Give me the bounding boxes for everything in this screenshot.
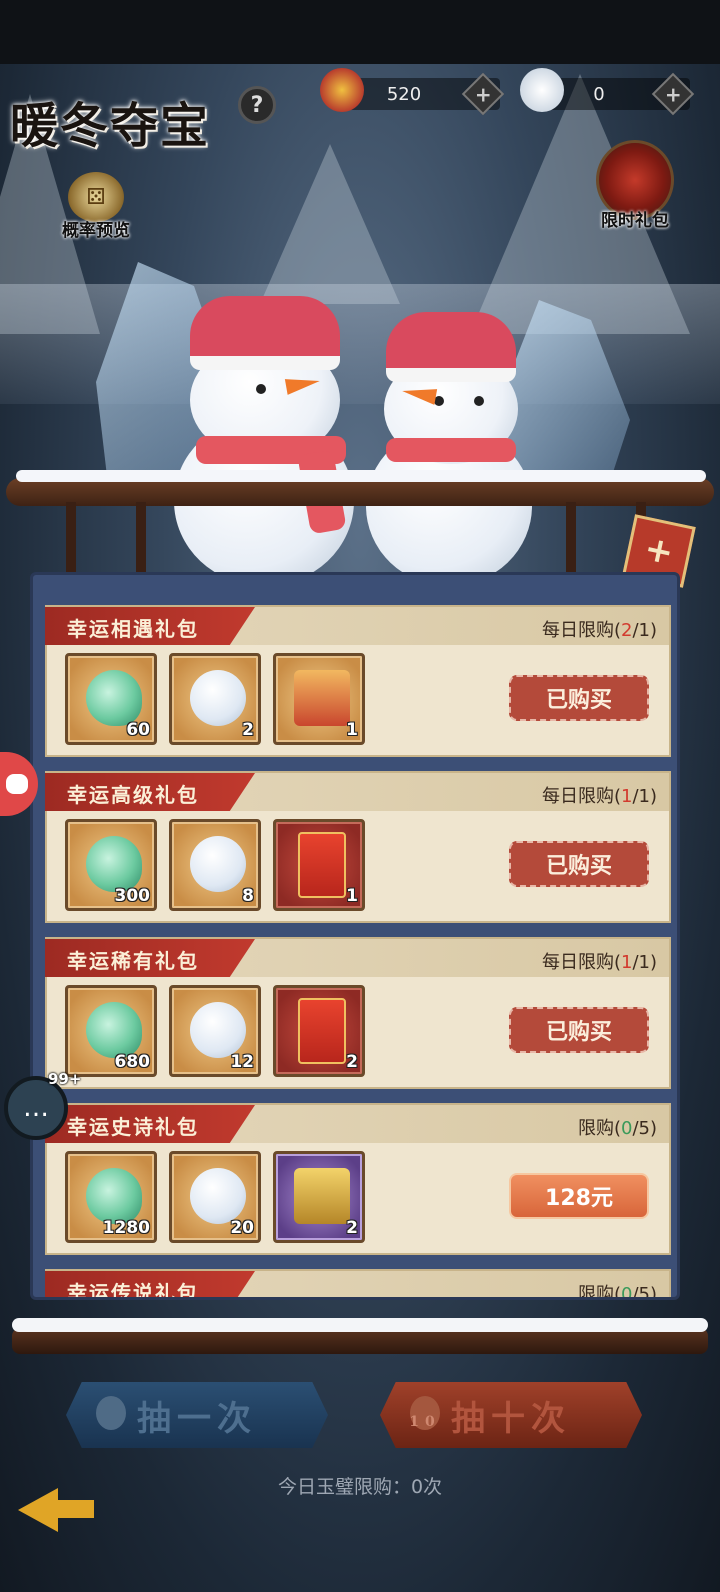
lantern-coin-icon [320, 68, 364, 112]
purchase-limit: 每日限购(2/1) [541, 620, 657, 641]
item-count: 300 [114, 886, 151, 906]
pack-name: 幸运史诗礼包 [67, 1115, 199, 1139]
item-slot[interactable]: 20 [169, 1151, 261, 1243]
item-count: 2 [346, 1218, 358, 1238]
draw-ten-button[interactable]: 10 抽十次 [380, 1382, 642, 1448]
snowball-icon [520, 68, 564, 112]
purchased-button[interactable]: 已购买 [509, 841, 649, 887]
item-count: 1280 [102, 1218, 150, 1238]
purchase-limit: 每日限购(1/1) [541, 786, 657, 807]
item-count: 2 [346, 1052, 358, 1072]
snowball-cost-icon [96, 1396, 126, 1430]
item-count: 20 [230, 1218, 254, 1238]
gift-pack: 幸运史诗礼包 限购(0/5) 1280 20 2 128元 [45, 1103, 671, 1255]
purchase-limit: 限购(0/5) [577, 1284, 657, 1300]
pack-name: 幸运相遇礼包 [67, 617, 199, 641]
item-slot[interactable]: 1280 [65, 1151, 157, 1243]
gift-pack: 幸运传说礼包 限购(0/5) [45, 1269, 671, 1300]
add-coin-button[interactable]: + [461, 72, 505, 116]
item-count: 680 [114, 1052, 151, 1072]
jade-dragon-icon [86, 836, 142, 892]
dice-icon: ⚄ [68, 172, 124, 222]
item-slot[interactable]: 1 [273, 653, 365, 745]
item-count: 60 [126, 720, 150, 740]
chat-bubble-icon: … [23, 1093, 49, 1123]
resource-coin: 520 + [320, 68, 505, 116]
item-slot[interactable]: 1 [273, 819, 365, 911]
draw-once-label: 抽一次 [137, 1398, 257, 1439]
pack-name: 幸运稀有礼包 [67, 949, 199, 973]
back-arrow-icon [18, 1488, 58, 1532]
gift-pack: 幸运相遇礼包 每日限购(2/1) 60 2 1 已购买 [45, 605, 671, 757]
pack-name: 幸运传说礼包 [67, 1281, 199, 1300]
gift-pack-panel[interactable]: 幸运相遇礼包 每日限购(2/1) 60 2 1 已购买 幸运高级礼包 每日限购(… [30, 572, 680, 1300]
draw-once-button[interactable]: 抽一次 [66, 1382, 328, 1448]
item-slot[interactable]: 60 [65, 653, 157, 745]
item-slot[interactable]: 680 [65, 985, 157, 1077]
red-envelope-icon [298, 998, 346, 1064]
gift-pack: 幸运稀有礼包 每日限购(1/1) 680 12 2 已购买 [45, 937, 671, 1089]
add-snowball-button[interactable]: + [651, 72, 695, 116]
treasure-chest-icon [294, 1168, 350, 1224]
item-slot[interactable]: 2 [273, 985, 365, 1077]
purchased-button[interactable]: 已购买 [509, 1007, 649, 1053]
probability-preview-button[interactable]: ⚄ 概率预览 [54, 172, 138, 241]
pack-name: 幸运高级礼包 [67, 783, 199, 807]
railing-bottom [12, 1318, 708, 1358]
back-button[interactable] [14, 1484, 98, 1534]
snowball-icon [190, 1168, 246, 1224]
daily-limit-text: 今日玉璧限购：0次 [277, 1476, 443, 1498]
item-count: 8 [242, 886, 254, 906]
item-slot[interactable]: 8 [169, 819, 261, 911]
page-title: 暖冬夺宝 [10, 98, 211, 154]
snowball-icon [190, 836, 246, 892]
red-envelope-icon [298, 832, 346, 898]
jade-dragon-icon [86, 1168, 142, 1224]
railing-top [6, 470, 714, 572]
purchase-limit: 每日限购(1/1) [541, 952, 657, 973]
chat-unread-badge: 99+ [48, 1070, 82, 1088]
gamepad-icon [6, 774, 28, 794]
buy-price-button[interactable]: 128元 [509, 1173, 649, 1219]
item-slot[interactable]: 2 [169, 653, 261, 745]
jade-dragon-icon [86, 670, 142, 726]
item-count: 12 [230, 1052, 254, 1072]
help-icon[interactable]: ? [238, 86, 276, 124]
snowball-icon [190, 1002, 246, 1058]
item-count: 2 [242, 720, 254, 740]
snowball-cost-icon: 10 [409, 1396, 440, 1430]
probability-label: 概率预览 [62, 221, 130, 241]
item-count: 1 [346, 886, 358, 906]
status-bar [0, 0, 720, 64]
item-slot[interactable]: 300 [65, 819, 157, 911]
resource-snowball: 0 + [520, 68, 695, 116]
purchase-limit: 限购(0/5) [577, 1118, 657, 1139]
item-slot[interactable]: 2 [273, 1151, 365, 1243]
item-count: 1 [346, 720, 358, 740]
item-slot[interactable]: 12 [169, 985, 261, 1077]
snowball-icon [190, 670, 246, 726]
jade-dragon-icon [86, 1002, 142, 1058]
draw-ten-label: 抽十次 [451, 1398, 571, 1439]
gift-pile-icon [294, 670, 350, 726]
purchased-button[interactable]: 已购买 [509, 675, 649, 721]
limited-gift-label: 限时礼包 [601, 211, 669, 231]
gift-pack: 幸运高级礼包 每日限购(1/1) 300 8 1 已购买 [45, 771, 671, 923]
limited-gift-button[interactable]: 限时礼包 [588, 140, 682, 231]
